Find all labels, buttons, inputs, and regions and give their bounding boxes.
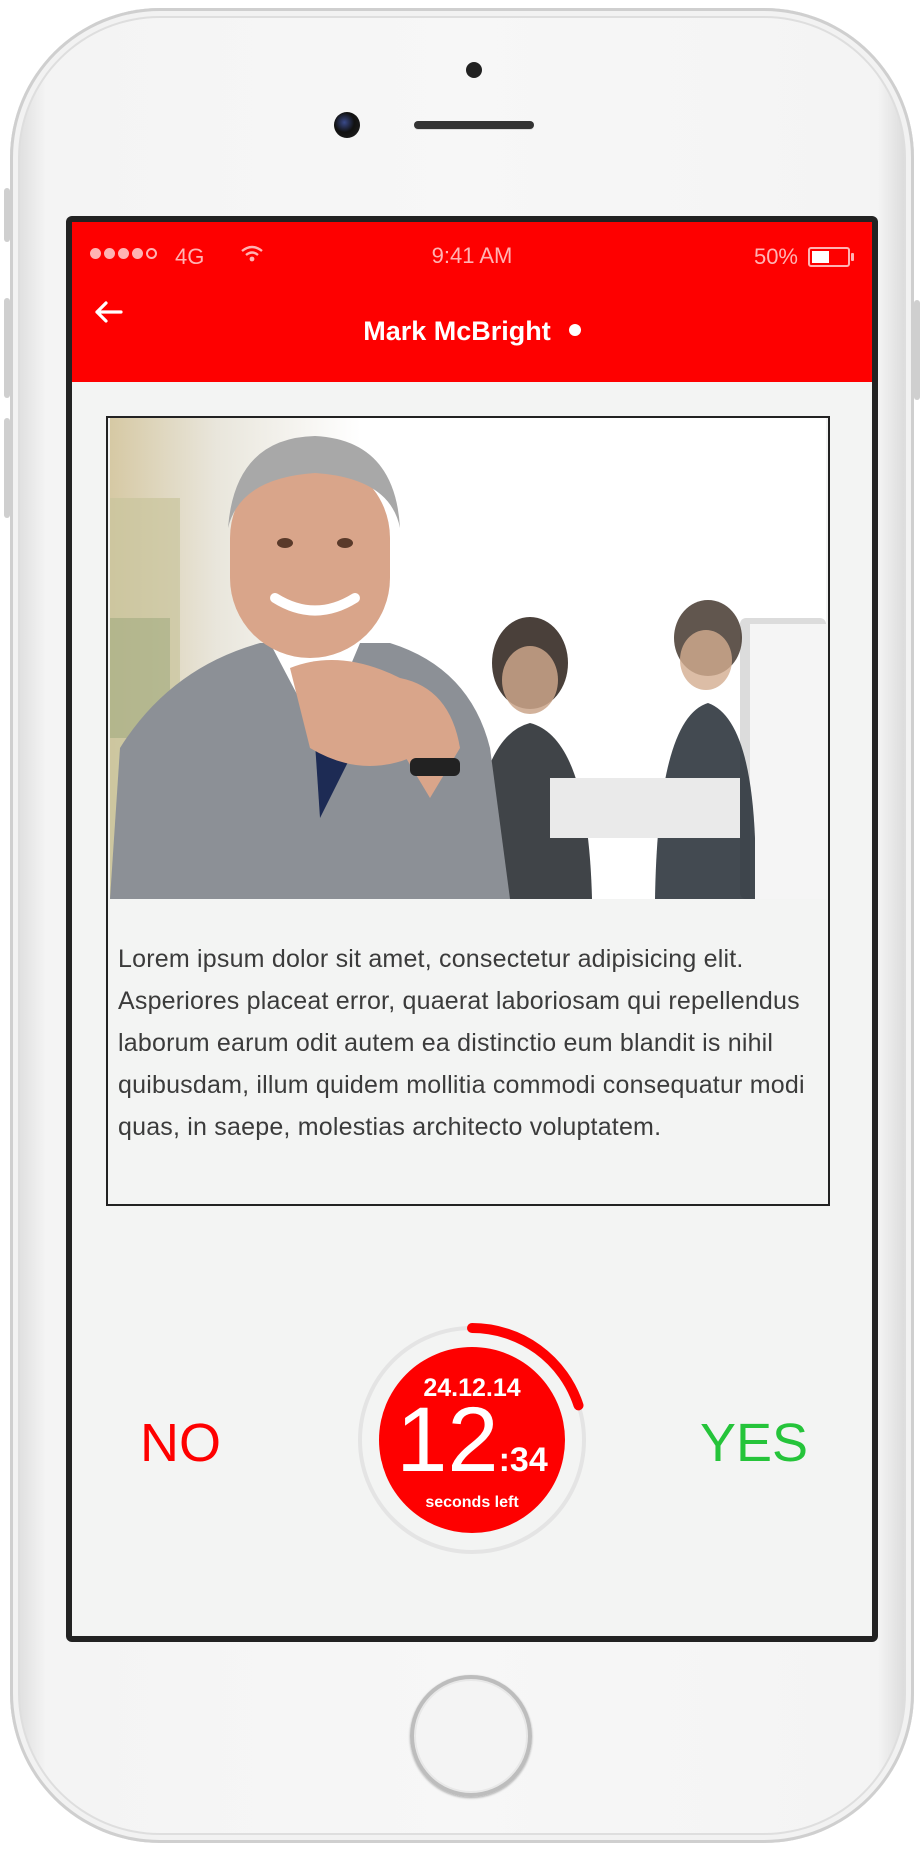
page-title: Mark McBright — [72, 316, 872, 347]
home-button[interactable] — [410, 1675, 532, 1797]
profile-bio: Lorem ipsum dolor sit amet, consectetur … — [118, 945, 805, 1141]
header-bar: 4G 9:41 AM 50% Mark McBright — [72, 222, 872, 382]
profile-card: Lorem ipsum dolor sit amet, consectetur … — [106, 416, 830, 1206]
status-bar: 4G 9:41 AM 50% — [72, 243, 872, 274]
profile-photo — [110, 418, 826, 899]
online-status-dot — [568, 323, 581, 336]
mute-switch — [4, 188, 10, 242]
phone-screen: 4G 9:41 AM 50% Mark McBright Lorem ipsum… — [66, 216, 878, 1642]
countdown-label: seconds left — [425, 1494, 519, 1511]
power-button — [914, 300, 920, 400]
earpiece-speaker — [414, 121, 534, 129]
countdown-seconds: 12 — [396, 1389, 499, 1491]
contact-name: Mark McBright — [363, 316, 551, 346]
app-screen: 4G 9:41 AM 50% Mark McBright Lorem ipsum… — [72, 222, 872, 1636]
proximity-sensor — [466, 62, 482, 78]
countdown-value: 12:34 — [336, 1388, 608, 1493]
battery-icon — [808, 247, 854, 267]
phone-frame: 4G 9:41 AM 50% Mark McBright Lorem ipsum… — [4, 8, 920, 1843]
battery-percentage: 50% — [753, 244, 798, 269]
volume-up-button — [4, 298, 10, 398]
countdown-fraction: :34 — [498, 1441, 548, 1479]
countdown-timer: 24.12.14 12:34 seconds left — [336, 1304, 608, 1576]
front-camera — [334, 112, 360, 138]
countdown-text: 24.12.14 12:34 seconds left — [336, 1304, 608, 1576]
volume-down-button — [4, 418, 10, 518]
status-time: 9:41 AM — [431, 243, 513, 268]
yes-button[interactable]: YES — [700, 1412, 808, 1474]
no-button[interactable]: NO — [140, 1412, 221, 1474]
